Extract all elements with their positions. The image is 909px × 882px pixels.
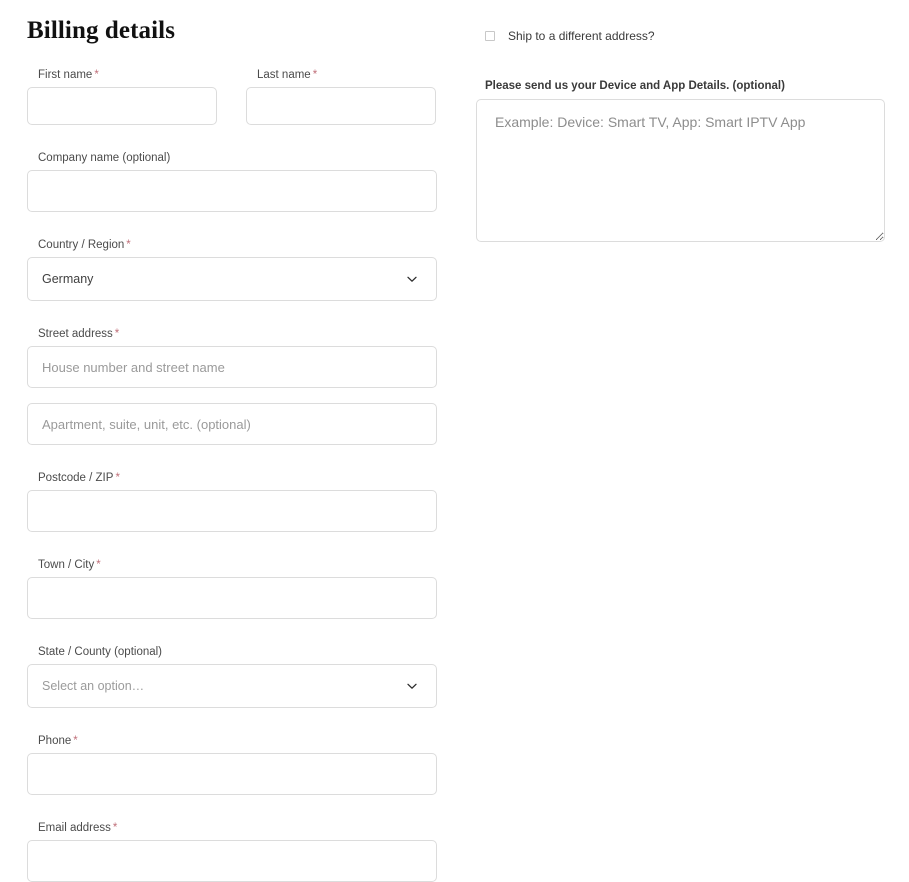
ship-to-different-address-label: Ship to a different address? xyxy=(508,29,655,43)
label-postcode-text: Postcode / ZIP xyxy=(38,472,114,484)
label-first-name-text: First name xyxy=(38,69,93,81)
required-asterisk: * xyxy=(114,328,120,340)
town-city-input[interactable] xyxy=(27,577,437,619)
email-address-input[interactable] xyxy=(27,840,437,882)
checkout-billing-page: Billing details First name * Last name * C… xyxy=(0,0,909,882)
field-country-region: Country / Region * Germany xyxy=(27,238,437,301)
required-asterisk: * xyxy=(115,472,120,484)
label-town-city-text: Town / City xyxy=(38,559,95,571)
shipping-and-notes-column: Ship to a different address? Please send… xyxy=(476,0,885,242)
page-title: Billing details xyxy=(27,17,176,44)
name-row: First name * Last name * xyxy=(27,68,437,125)
postcode-input[interactable] xyxy=(27,490,437,532)
label-street-address: Street address * xyxy=(27,327,437,341)
required-asterisk: * xyxy=(112,822,118,834)
label-email-address: Email address * xyxy=(27,821,437,835)
country-select-value: Germany xyxy=(42,272,94,286)
label-town-city: Town / City * xyxy=(27,558,437,572)
company-name-input[interactable] xyxy=(27,170,437,212)
label-last-name: Last name * xyxy=(246,68,436,82)
field-postcode: Postcode / ZIP * xyxy=(27,471,437,532)
field-last-name: Last name * xyxy=(246,68,436,125)
field-company-name: Company name (optional) xyxy=(27,151,437,212)
required-asterisk: * xyxy=(94,69,99,81)
label-email-address-text: Email address xyxy=(38,822,111,834)
label-phone: Phone * xyxy=(27,734,437,748)
last-name-input[interactable] xyxy=(246,87,436,125)
required-asterisk: * xyxy=(96,559,101,571)
label-postcode: Postcode / ZIP * xyxy=(27,471,437,485)
state-county-select[interactable]: Select an option… xyxy=(27,664,437,708)
field-phone: Phone * xyxy=(27,734,437,795)
billing-details-column: Billing details First name * Last name * C… xyxy=(27,0,437,882)
label-company-name: Company name (optional) xyxy=(38,152,171,164)
required-asterisk: * xyxy=(312,69,318,81)
label-last-name-text: Last name xyxy=(257,69,311,81)
label-phone-text: Phone xyxy=(38,735,72,747)
label-country-region-text: Country / Region xyxy=(38,239,125,251)
state-county-select-wrap: Select an option… xyxy=(27,664,437,708)
country-select-wrap: Germany xyxy=(27,257,437,301)
label-first-name: First name * xyxy=(27,68,217,82)
first-name-input[interactable] xyxy=(27,87,217,125)
field-email-address: Email address * xyxy=(27,821,437,882)
device-details-label: Please send us your Device and App Detai… xyxy=(485,80,785,92)
address-line-2-input[interactable] xyxy=(27,403,437,445)
country-select[interactable]: Germany xyxy=(27,257,437,301)
field-address-line-2 xyxy=(27,403,437,445)
street-address-input[interactable] xyxy=(27,346,437,388)
state-county-select-value: Select an option… xyxy=(42,679,145,693)
field-street-address: Street address * xyxy=(27,327,437,388)
checkbox-unchecked-icon[interactable] xyxy=(485,31,495,41)
required-asterisk: * xyxy=(73,735,78,747)
label-state-county: State / County (optional) xyxy=(38,646,163,658)
field-state-county: State / County (optional) Select an opti… xyxy=(27,645,437,708)
label-street-address-text: Street address xyxy=(38,328,113,340)
field-town-city: Town / City * xyxy=(27,558,437,619)
required-asterisk: * xyxy=(126,239,131,251)
label-country-region: Country / Region * xyxy=(27,238,437,252)
device-details-textarea[interactable] xyxy=(476,99,885,242)
ship-to-different-address-row[interactable]: Ship to a different address? xyxy=(476,0,885,43)
phone-input[interactable] xyxy=(27,753,437,795)
field-first-name: First name * xyxy=(27,68,217,125)
